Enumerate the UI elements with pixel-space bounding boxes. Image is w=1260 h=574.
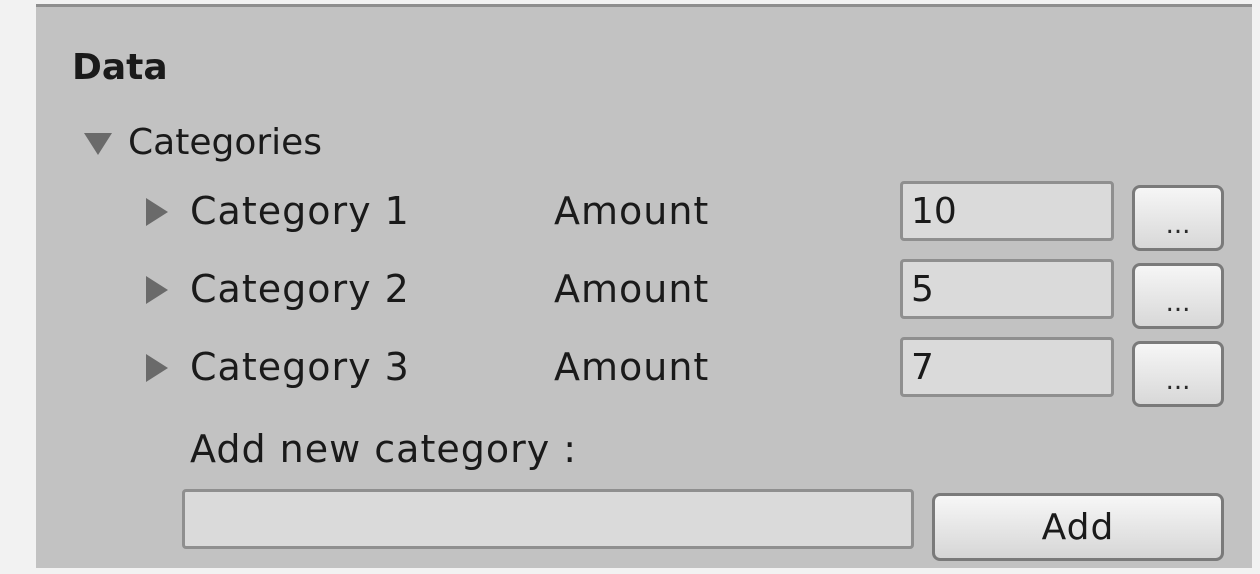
- inspector-panel: Data Categories Category 1 Amount ... Ca…: [36, 4, 1252, 568]
- collapse-arrow-icon[interactable]: [146, 198, 168, 226]
- more-options-button[interactable]: ...: [1132, 263, 1224, 329]
- section-header: Data: [72, 47, 168, 88]
- category-name[interactable]: Category 1: [190, 189, 410, 233]
- amount-label: Amount: [554, 267, 710, 311]
- add-button[interactable]: Add: [932, 493, 1224, 561]
- add-category-label: Add new category :: [190, 427, 578, 471]
- category-row: Category 1 Amount ...: [36, 181, 1252, 251]
- expand-arrow-icon[interactable]: [84, 133, 112, 155]
- amount-label: Amount: [554, 189, 710, 233]
- more-options-button[interactable]: ...: [1132, 185, 1224, 251]
- amount-label: Amount: [554, 345, 710, 389]
- categories-foldout-label: Categories: [128, 121, 323, 163]
- category-name[interactable]: Category 2: [190, 267, 410, 311]
- category-name[interactable]: Category 3: [190, 345, 410, 389]
- category-row: Category 2 Amount ...: [36, 259, 1252, 329]
- amount-field[interactable]: [900, 259, 1114, 319]
- categories-foldout[interactable]: Categories: [84, 119, 322, 165]
- new-category-input[interactable]: [182, 489, 914, 549]
- amount-field[interactable]: [900, 181, 1114, 241]
- collapse-arrow-icon[interactable]: [146, 276, 168, 304]
- category-row: Category 3 Amount ...: [36, 337, 1252, 407]
- more-options-button[interactable]: ...: [1132, 341, 1224, 407]
- amount-field[interactable]: [900, 337, 1114, 397]
- collapse-arrow-icon[interactable]: [146, 354, 168, 382]
